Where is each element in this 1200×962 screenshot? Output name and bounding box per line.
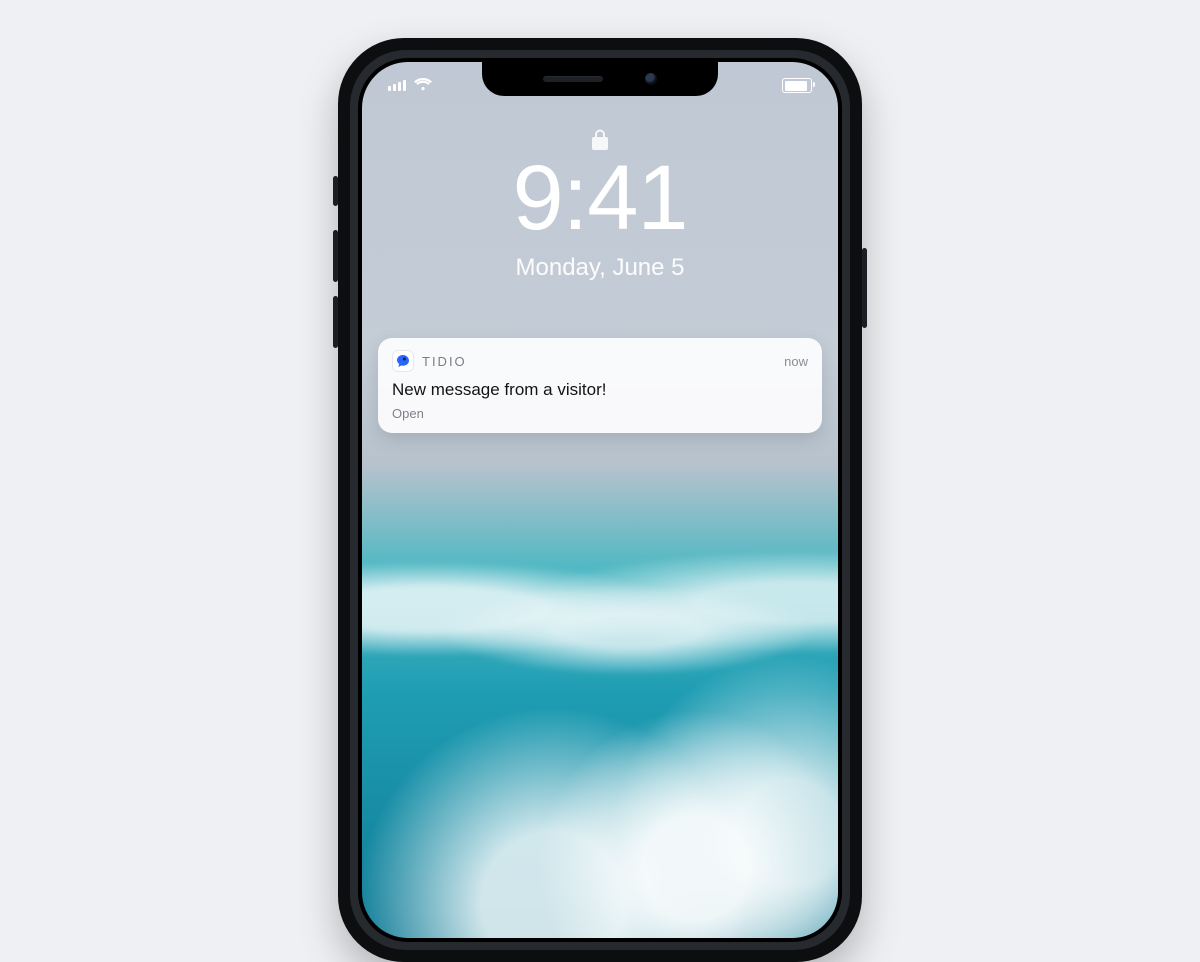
volume-down-button[interactable] [333,296,338,348]
battery-icon [782,78,812,93]
cellular-signal-icon [388,79,406,91]
front-camera [645,73,657,85]
clock-date: Monday, June 5 [362,254,838,282]
wallpaper-foam [362,553,838,693]
notification-time: now [784,354,808,369]
mute-switch[interactable] [333,176,338,206]
phone-screen: 9:41 Monday, June 5 TIDIO [362,62,838,938]
power-button[interactable] [862,248,867,328]
canvas: 9:41 Monday, June 5 TIDIO [0,0,1200,653]
phone-frame: 9:41 Monday, June 5 TIDIO [338,38,862,962]
notification-header: TIDIO now [392,350,808,372]
lockscreen-clock: 9:41 Monday, June 5 [362,152,838,282]
notification-action-open[interactable]: Open [392,406,808,421]
volume-up-button[interactable] [333,230,338,282]
notification-app-name: TIDIO [422,354,467,369]
phone-mid-ring: 9:41 Monday, June 5 TIDIO [350,50,850,950]
notification-card[interactable]: TIDIO now New message from a visitor! Op… [378,338,822,433]
speaker-grille [543,76,603,82]
wifi-icon [414,78,432,91]
notch [482,62,718,96]
tidio-app-icon [392,350,414,372]
status-bar-right [782,78,812,93]
notification-message: New message from a visitor! [392,380,808,400]
phone-inner-ring: 9:41 Monday, June 5 TIDIO [358,58,842,942]
status-bar-left [388,78,432,91]
clock-time: 9:41 [362,152,838,244]
